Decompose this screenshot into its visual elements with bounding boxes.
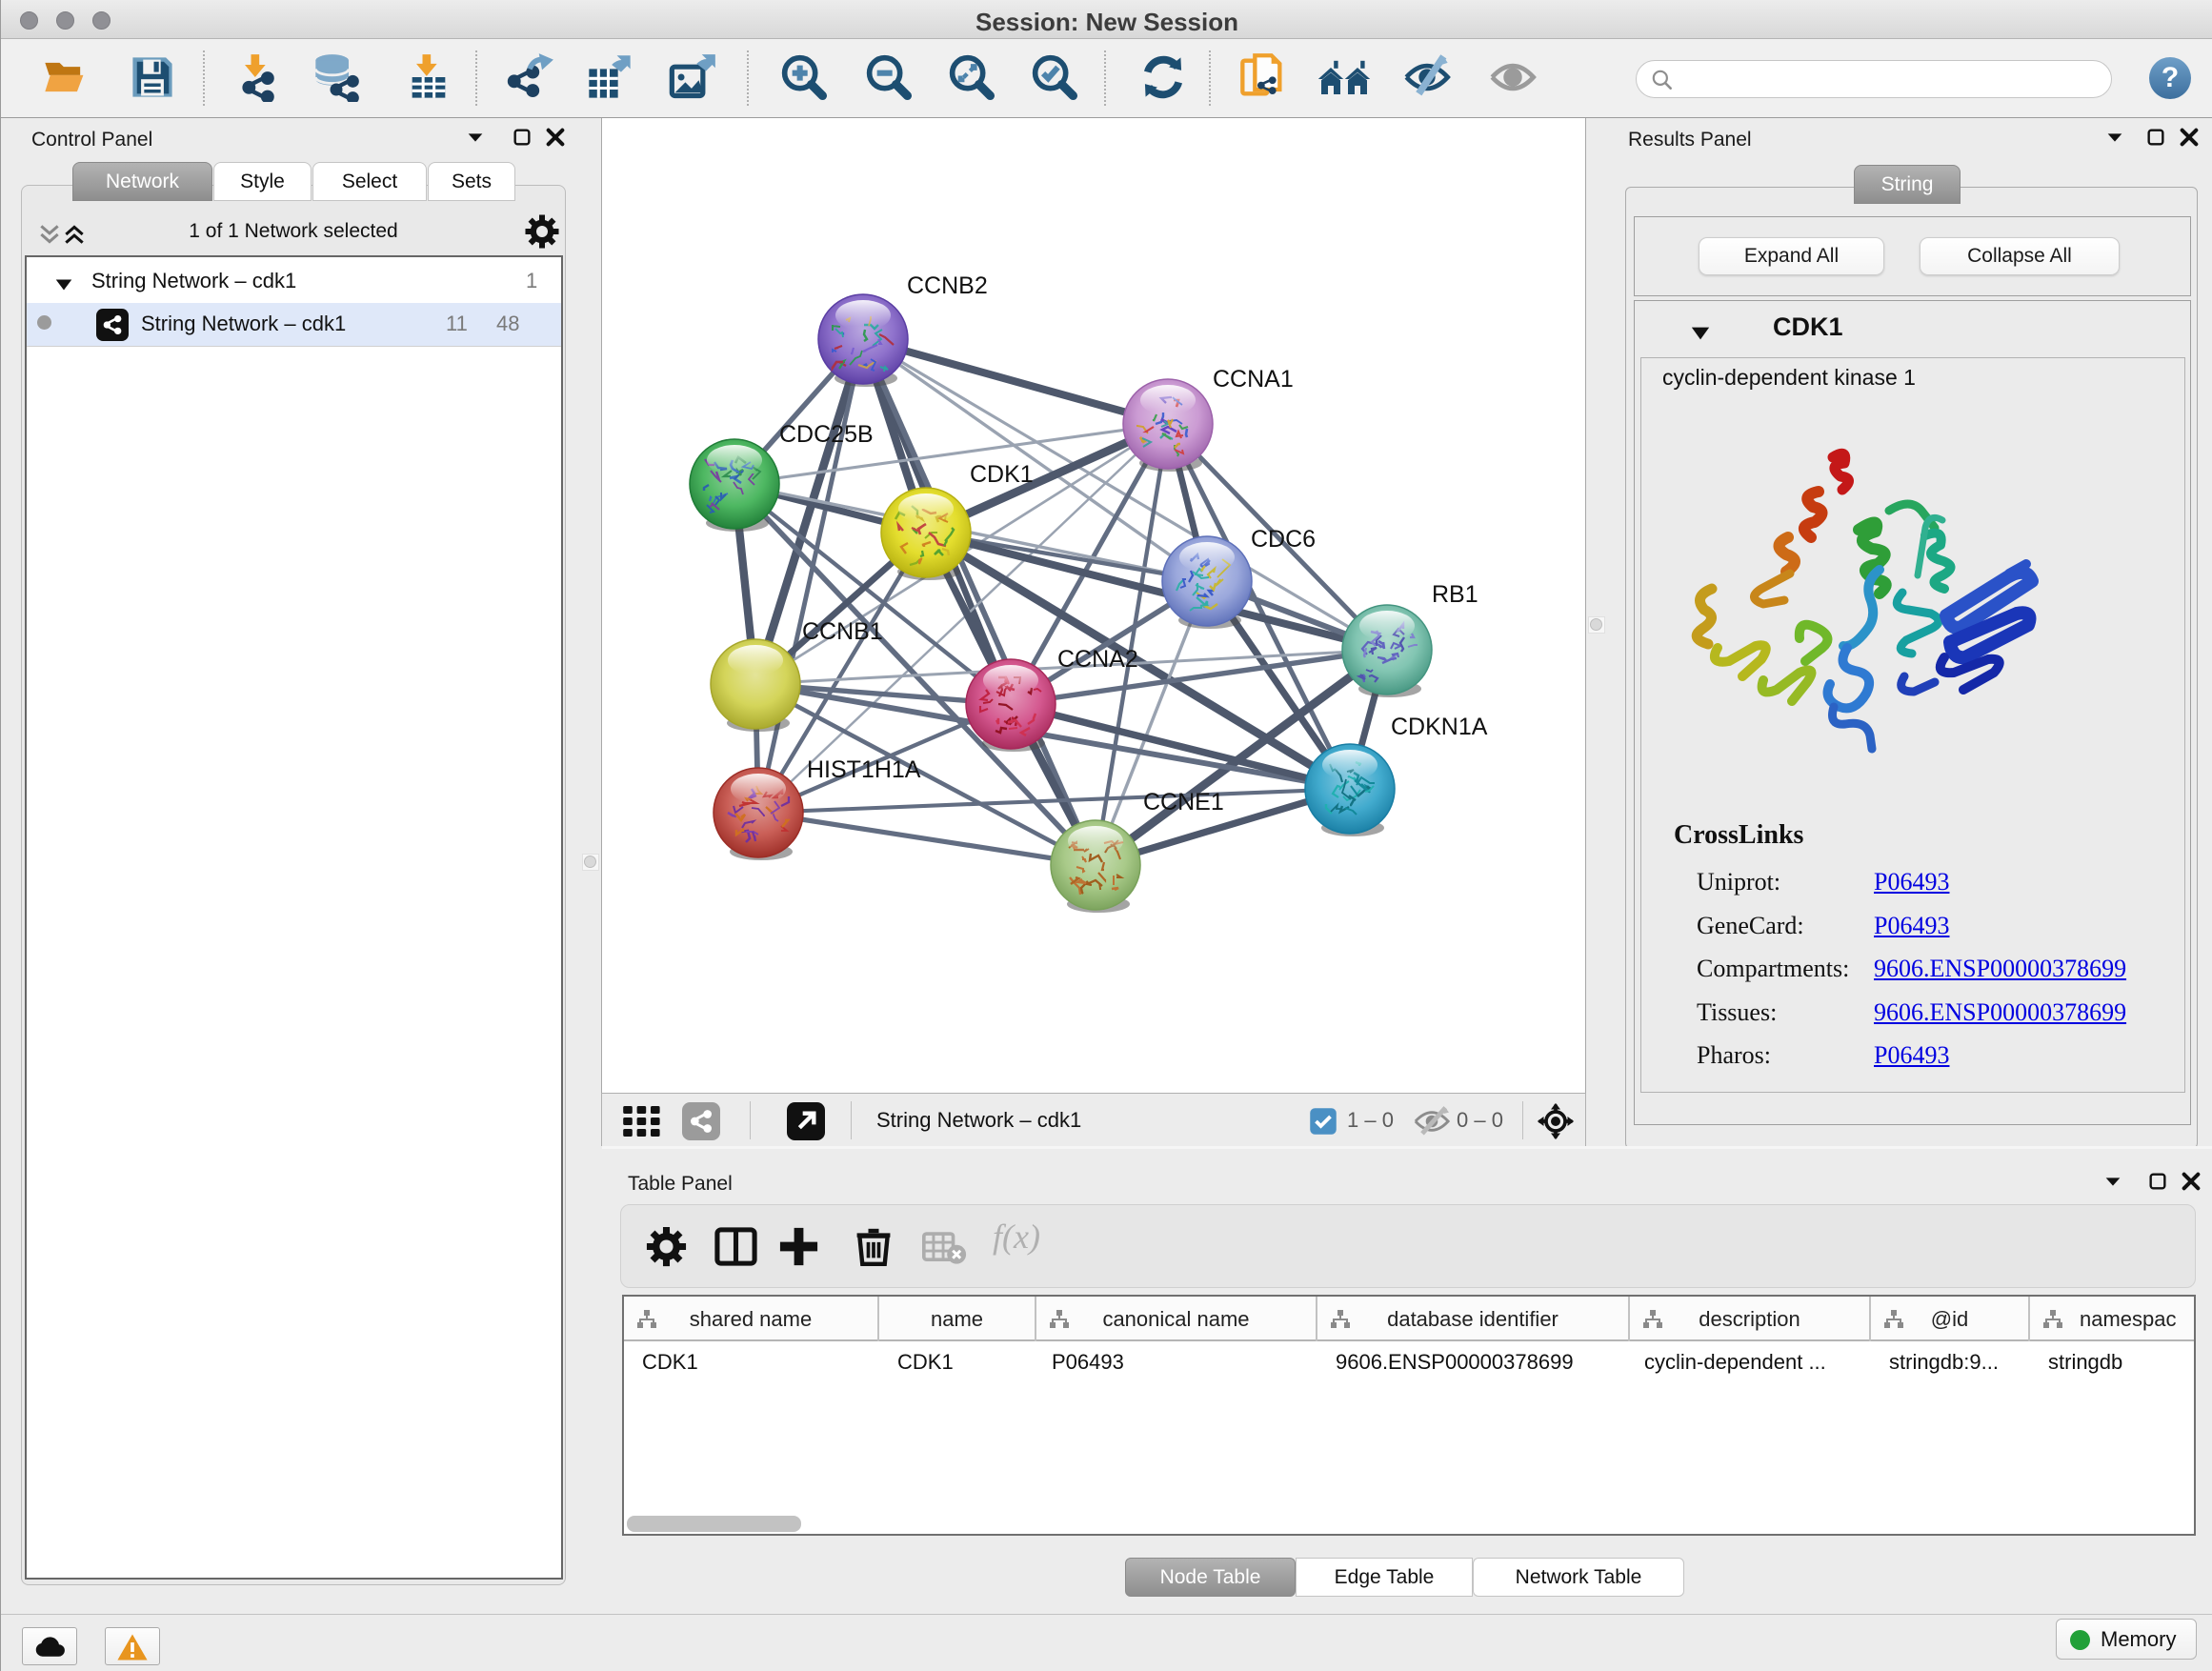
svg-text:CCNB1: CCNB1	[802, 618, 883, 645]
svg-text:CDC6: CDC6	[1251, 526, 1316, 553]
svg-text:CDC25B: CDC25B	[779, 421, 874, 448]
svg-text:CCNB2: CCNB2	[907, 272, 988, 299]
svg-text:CCNA1: CCNA1	[1213, 366, 1294, 393]
svg-text:CDKN1A: CDKN1A	[1391, 714, 1488, 740]
svg-text:CDK1: CDK1	[970, 461, 1034, 488]
svg-text:HIST1H1A: HIST1H1A	[807, 756, 921, 783]
svg-text:RB1: RB1	[1432, 581, 1478, 608]
svg-text:CCNE1: CCNE1	[1143, 789, 1224, 815]
svg-text:CCNA2: CCNA2	[1057, 646, 1138, 673]
